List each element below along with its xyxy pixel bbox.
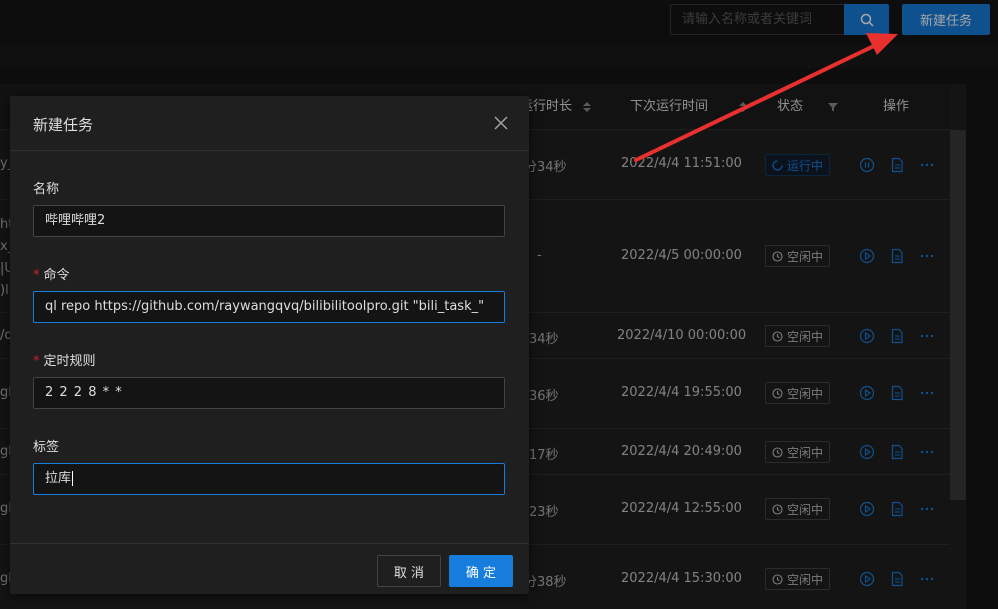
required-mark: * <box>33 354 40 369</box>
command-label: * 命令 <box>33 264 70 283</box>
schedule-field[interactable]: 2 2 2 8 * * <box>33 377 505 409</box>
text-caret <box>72 471 74 486</box>
modal-footer: 取 消 确 定 <box>10 543 529 594</box>
cancel-button[interactable]: 取 消 <box>377 555 441 587</box>
confirm-button[interactable]: 确 定 <box>449 555 513 587</box>
schedule-label: * 定时规则 <box>33 350 96 369</box>
tags-field[interactable]: 拉库 <box>33 463 505 495</box>
name-field[interactable]: 哔哩哔哩2 <box>33 205 505 237</box>
tags-label: 标签 <box>33 440 60 455</box>
command-field[interactable]: ql repo https://github.com/raywangqvq/bi… <box>33 291 505 323</box>
schedule-label-text: 定时规则 <box>43 354 96 369</box>
required-mark: * <box>33 268 40 283</box>
close-icon[interactable] <box>494 116 508 130</box>
tags-field-value: 拉库 <box>45 471 72 486</box>
modal-title: 新建任务 <box>33 116 94 134</box>
modal-header: 新建任务 <box>10 96 529 151</box>
name-label: 名称 <box>33 182 60 197</box>
command-label-text: 命令 <box>43 268 70 283</box>
new-task-modal: 新建任务 名称 哔哩哔哩2 * 命令 ql repo https://github… <box>10 96 529 594</box>
